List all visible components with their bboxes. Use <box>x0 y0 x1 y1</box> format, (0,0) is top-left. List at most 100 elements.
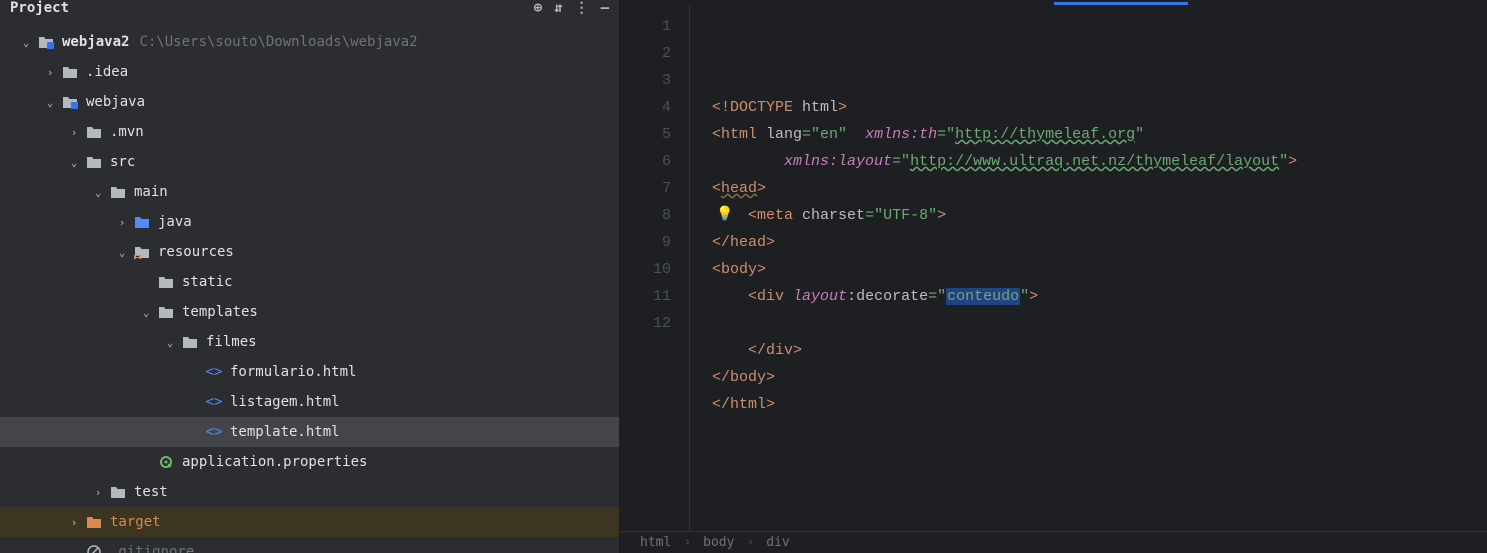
folder-icon <box>156 305 176 319</box>
breadcrumb-item[interactable]: body <box>703 535 734 550</box>
tree-label: .idea <box>86 64 128 80</box>
expand-all-icon[interactable]: ⇵ <box>554 0 562 16</box>
line-number: 12 <box>620 310 671 337</box>
tree-folder[interactable]: › .idea <box>0 57 619 87</box>
chevron-down-icon[interactable]: ⌄ <box>160 336 180 349</box>
project-title: Project <box>10 0 69 16</box>
chevron-right-icon[interactable]: › <box>40 66 60 79</box>
tree-label: src <box>110 154 135 170</box>
tree-file[interactable]: <> formulario.html <box>0 357 619 387</box>
tree-label: main <box>134 184 168 200</box>
folder-icon <box>60 65 80 79</box>
code-line[interactable] <box>712 310 1297 337</box>
source-folder-icon <box>132 215 152 229</box>
tree-folder[interactable]: › .mvn <box>0 117 619 147</box>
line-number: 7 <box>620 175 671 202</box>
code-line[interactable]: </head> <box>712 229 1297 256</box>
chevron-right-icon[interactable]: › <box>88 486 108 499</box>
hide-icon[interactable]: — <box>601 0 609 16</box>
line-number: 5 <box>620 121 671 148</box>
resources-folder-icon <box>132 245 152 259</box>
settings-icon[interactable]: ⋮ <box>575 0 589 16</box>
breadcrumb-separator-icon: › <box>746 535 754 550</box>
folder-icon <box>108 185 128 199</box>
chevron-down-icon[interactable]: ⌄ <box>64 156 84 169</box>
gitignore-file-icon <box>84 544 104 553</box>
code-line[interactable]: </body> <box>712 364 1297 391</box>
tree-file[interactable]: <>template.html <box>0 417 619 447</box>
chevron-right-icon[interactable]: › <box>112 216 132 229</box>
tree-label: webjava <box>86 94 145 110</box>
code-line[interactable]: <meta charset="UTF-8"> <box>712 202 1297 229</box>
code-line[interactable]: <body> <box>712 256 1297 283</box>
tree-folder[interactable]: › java <box>0 207 619 237</box>
chevron-down-icon[interactable]: ⌄ <box>88 186 108 199</box>
tree-label: templates <box>182 304 258 320</box>
chevron-down-icon[interactable]: ⌄ <box>16 36 36 49</box>
tree-label: formulario.html <box>230 364 356 380</box>
tree-label: static <box>182 274 233 290</box>
gutter: 123456789101112 <box>620 5 690 531</box>
breadcrumb-separator-icon: › <box>683 535 691 550</box>
code-content[interactable]: 💡 <!DOCTYPE html><html lang="en" xmlns:t… <box>690 5 1297 531</box>
code-line[interactable]: </html> <box>712 391 1297 418</box>
code-line[interactable]: </div> <box>712 337 1297 364</box>
tree-root[interactable]: ⌄ webjava2 C:\Users\souto\Downloads\webjav… <box>0 27 619 57</box>
code-line[interactable]: <html lang="en" xmlns:th="http://thymele… <box>712 121 1297 148</box>
tree-label: template.html <box>230 424 340 440</box>
tree-folder[interactable]: ⌄ src <box>0 147 619 177</box>
html-file-icon: <> <box>204 364 224 380</box>
html-file-icon: <> <box>204 394 224 410</box>
tree-folder[interactable]: › test <box>0 477 619 507</box>
code-area[interactable]: 123456789101112 💡 <!DOCTYPE html><html l… <box>620 5 1487 531</box>
tree-label: filmes <box>206 334 257 350</box>
tree-folder[interactable]: ⌄ main <box>0 177 619 207</box>
tree-label: test <box>134 484 168 500</box>
tree-file[interactable]: application.properties <box>0 447 619 477</box>
tree-label: resources <box>158 244 234 260</box>
breadcrumb-item[interactable]: div <box>766 535 789 550</box>
code-line[interactable]: <!DOCTYPE html> <box>712 94 1297 121</box>
tree-folder[interactable]: ⌄ templates <box>0 297 619 327</box>
code-line[interactable]: <head> <box>712 175 1297 202</box>
tree-label: java <box>158 214 192 230</box>
line-number: 9 <box>620 229 671 256</box>
chevron-down-icon[interactable]: ⌄ <box>136 306 156 319</box>
folder-icon <box>108 485 128 499</box>
project-actions: ⊕ ⇵ ⋮ — <box>534 0 609 16</box>
chevron-right-icon[interactable]: › <box>64 126 84 139</box>
chevron-down-icon[interactable]: ⌄ <box>112 246 132 259</box>
breadcrumb-bar[interactable]: html › body › div <box>620 531 1487 553</box>
tree-folder[interactable]: ⌄ webjava <box>0 87 619 117</box>
module-folder-icon <box>60 95 80 109</box>
tree-label: listagem.html <box>230 394 340 410</box>
project-tree[interactable]: ⌄ webjava2 C:\Users\souto\Downloads\webjav… <box>0 15 619 553</box>
line-number: 10 <box>620 256 671 283</box>
tree-path: C:\Users\souto\Downloads\webjava2 <box>139 34 417 50</box>
breadcrumb-item[interactable]: html <box>640 535 671 550</box>
folder-icon <box>84 155 104 169</box>
tree-label: application.properties <box>182 454 367 470</box>
code-line[interactable]: xmlns:layout="http://www.ultraq.net.nz/t… <box>712 148 1297 175</box>
select-opened-icon[interactable]: ⊕ <box>534 0 542 16</box>
line-number: 11 <box>620 283 671 310</box>
tree-folder[interactable]: ⌄ filmes <box>0 327 619 357</box>
tree-label: .gitignore <box>110 544 194 553</box>
folder-icon <box>180 335 200 349</box>
excluded-folder-icon <box>84 515 104 529</box>
tree-file[interactable]: .gitignore <box>0 537 619 553</box>
chevron-down-icon[interactable]: ⌄ <box>40 96 60 109</box>
tree-folder[interactable]: static <box>0 267 619 297</box>
tree-file[interactable]: <> listagem.html <box>0 387 619 417</box>
module-folder-icon <box>36 35 56 49</box>
tree-label: .mvn <box>110 124 144 140</box>
tree-folder[interactable]: ›target <box>0 507 619 537</box>
folder-icon <box>156 275 176 289</box>
intention-bulb-icon[interactable]: 💡 <box>716 202 733 229</box>
code-line[interactable]: <div layout:decorate="conteudo"> <box>712 283 1297 310</box>
editor-area: listagem.htmlformulario.htmltemplate.htm… <box>620 0 1487 553</box>
tree-label: webjava2 <box>62 34 129 50</box>
line-number: 6 <box>620 148 671 175</box>
tree-folder[interactable]: ⌄ resources <box>0 237 619 267</box>
chevron-right-icon[interactable]: › <box>64 516 84 529</box>
